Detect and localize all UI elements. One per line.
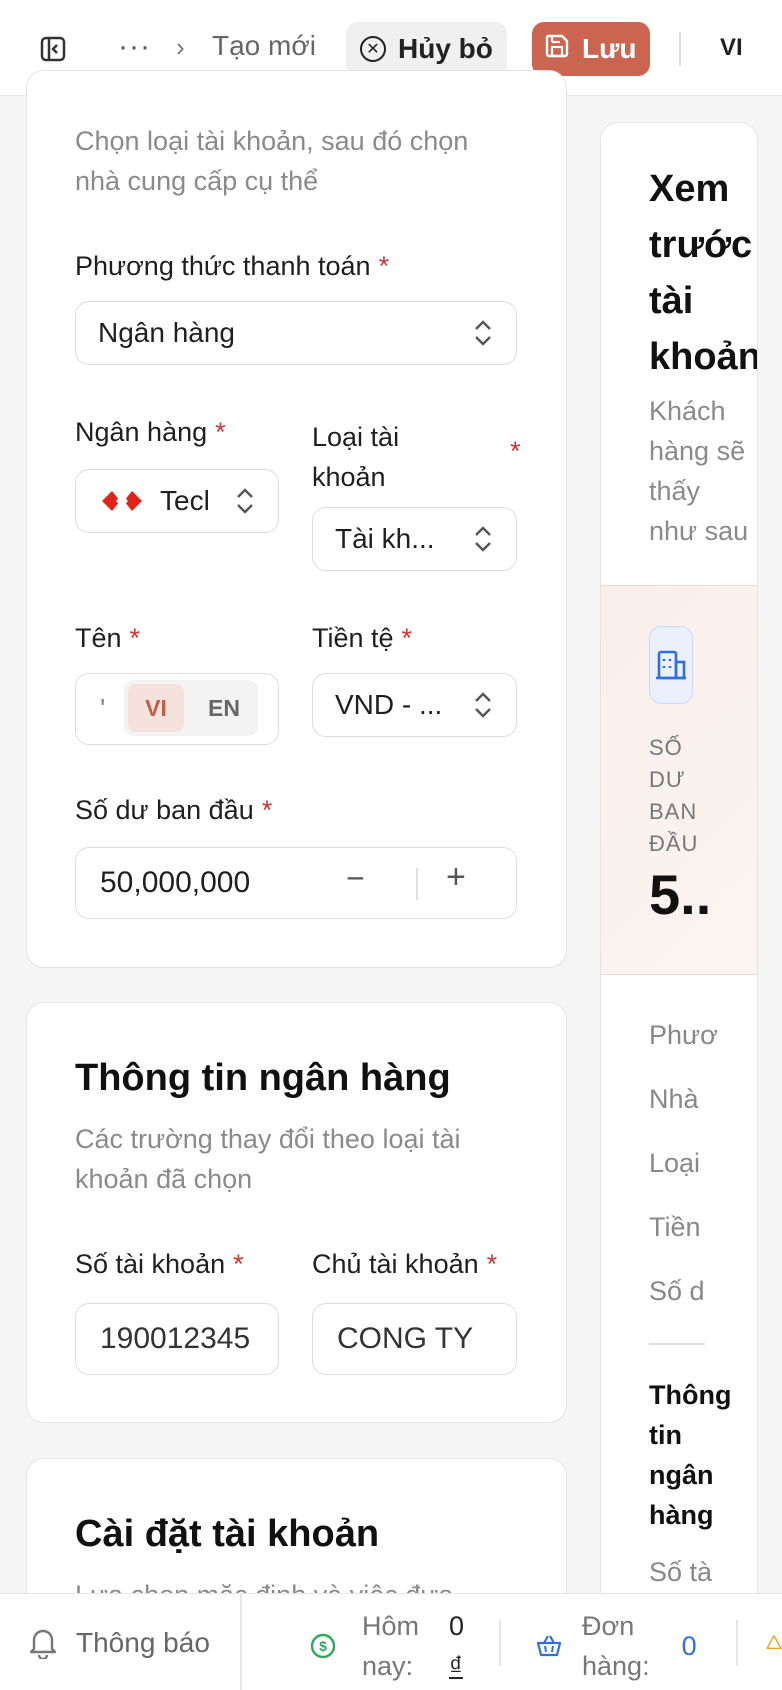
updown-chevron-icon xyxy=(475,320,491,346)
preview-title: Xem trước tài khoản xyxy=(649,168,758,378)
preview-row: Phươ xyxy=(649,1020,718,1050)
basket-icon xyxy=(536,1635,562,1657)
cancel-button-label: Hủy bỏ xyxy=(398,33,493,64)
bank-info-card: Thông tin ngân hàng Các trường thay đổi … xyxy=(26,1002,567,1423)
name-label: Tên * xyxy=(75,623,141,653)
account-number-value: 190012345 xyxy=(100,1322,251,1355)
preview-row: Tiền xyxy=(649,1212,701,1242)
preview-row: Số d xyxy=(649,1276,705,1306)
breadcrumb-more-button[interactable]: ··· xyxy=(118,30,151,64)
preview-bank-row: Số tà xyxy=(649,1557,713,1587)
updown-chevron-icon xyxy=(475,526,491,552)
bank-select[interactable]: Tecl xyxy=(75,469,279,533)
cancel-button[interactable]: ✕ Hủy bỏ xyxy=(346,22,507,76)
building-icon xyxy=(649,626,693,704)
topbar-divider xyxy=(679,32,681,66)
balance-value: 5.. xyxy=(649,863,712,926)
updown-chevron-icon xyxy=(475,692,491,718)
today-value: 0 ₫ xyxy=(449,1611,465,1681)
opening-balance-label: Số dư ban đầu * xyxy=(75,795,273,825)
breadcrumb-chevron-icon: › xyxy=(176,32,185,62)
payment-method-select[interactable]: Ngân hàng xyxy=(75,301,517,365)
warning-icon xyxy=(766,1628,782,1656)
balance-label: SỐ DƯ BAN ĐẦU xyxy=(649,735,699,856)
lang-option-en[interactable]: EN xyxy=(196,684,252,732)
updown-chevron-icon xyxy=(234,486,256,516)
bank-value: Tecl xyxy=(160,485,210,516)
save-button-label: Lưu xyxy=(582,33,637,64)
bell-icon xyxy=(29,1629,57,1659)
payment-method-label: Phương thức thanh toán * xyxy=(75,251,390,281)
notifications-button[interactable]: Thông báo xyxy=(28,1618,210,1668)
bank-label: Ngân hàng * xyxy=(75,417,226,447)
save-icon xyxy=(544,33,570,66)
name-language-toggle: VI EN xyxy=(124,680,258,736)
notifications-label: Thông báo xyxy=(76,1627,210,1658)
bank-info-description: Các trường thay đổi theo loại tài khoản … xyxy=(75,1124,461,1194)
lang-option-vi[interactable]: VI xyxy=(128,684,184,732)
opening-balance-value: 50,000,000 xyxy=(100,866,251,899)
account-holder-label: Chủ tài khoản * xyxy=(312,1249,498,1279)
preview-balance-section: SỐ DƯ BAN ĐẦU 5.. xyxy=(601,585,757,975)
currency-select[interactable]: VND - ... xyxy=(312,673,517,737)
bank-info-title: Thông tin ngân hàng xyxy=(75,1057,451,1099)
bottombar-divider xyxy=(736,1620,738,1666)
save-button[interactable]: Lưu xyxy=(532,22,651,76)
currency-value: VND - ... xyxy=(335,689,443,720)
account-settings-title: Cài đặt tài khoản xyxy=(75,1513,380,1555)
opening-balance-input[interactable]: 50,000,000 − + xyxy=(75,847,517,919)
card-description: Chọn loại tài khoản, sau đó chọn nhà cun… xyxy=(75,126,469,196)
language-switcher[interactable]: VI xyxy=(720,34,743,62)
decrement-button[interactable]: − xyxy=(346,860,365,897)
account-kind-label: Loại tài khoản * xyxy=(312,422,521,492)
preview-row: Nhà xyxy=(649,1084,699,1114)
svg-text:$: $ xyxy=(319,1638,327,1654)
preview-bank-section-title: Thông tin ngân hàng xyxy=(649,1380,732,1530)
account-holder-input[interactable]: CONG TY xyxy=(312,1303,517,1375)
stepper-divider xyxy=(416,868,418,900)
bottombar-divider xyxy=(240,1594,242,1690)
account-number-input[interactable]: 190012345 xyxy=(75,1303,279,1375)
bottom-status-bar: Thông báo $ Hôm nay: 0 ₫ Đơn hàng: 0 xyxy=(0,1593,782,1690)
payment-method-value: Ngân hàng xyxy=(98,317,236,348)
close-circle-icon: ✕ xyxy=(360,36,386,62)
account-kind-value: Tài kh... xyxy=(335,523,435,554)
preview-row: Loại xyxy=(649,1148,701,1178)
account-kind-select[interactable]: Tài kh... xyxy=(312,507,517,571)
bottombar-divider xyxy=(499,1620,501,1666)
orders-count: Đơn hàng: 0 xyxy=(536,1606,697,1686)
name-value: ' xyxy=(100,693,106,724)
today-revenue: $ Hôm nay: 0 ₫ xyxy=(310,1606,464,1686)
orders-value: 0 xyxy=(681,1630,697,1661)
account-holder-value: CONG TY xyxy=(337,1322,474,1355)
name-input[interactable]: ' VI EN xyxy=(75,673,279,745)
sidebar-toggle-icon[interactable] xyxy=(36,32,70,66)
breadcrumb-current: Tạo mới xyxy=(212,30,316,61)
account-number-label: Số tài khoản * xyxy=(75,1249,244,1279)
bank-logo-icon xyxy=(102,491,142,511)
increment-button[interactable]: + xyxy=(446,858,466,897)
account-preview-panel: Xem trước tài khoản Khách hàng sẽ thấy n… xyxy=(600,122,758,1622)
preview-detail-rows: Phươ Nhà Loại Tiền Số d xyxy=(649,1003,718,1323)
preview-divider xyxy=(649,1343,705,1345)
currency-label: Tiền tệ * xyxy=(312,623,413,653)
today-label: Hôm nay: xyxy=(362,1611,420,1681)
account-type-card: Chọn loại tài khoản, sau đó chọn nhà cun… xyxy=(26,70,567,968)
preview-subtitle: Khách hàng sẽ thấy như sau xyxy=(649,396,749,546)
orders-label: Đơn hàng: xyxy=(582,1611,650,1681)
dollar-circle-icon: $ xyxy=(310,1633,336,1659)
